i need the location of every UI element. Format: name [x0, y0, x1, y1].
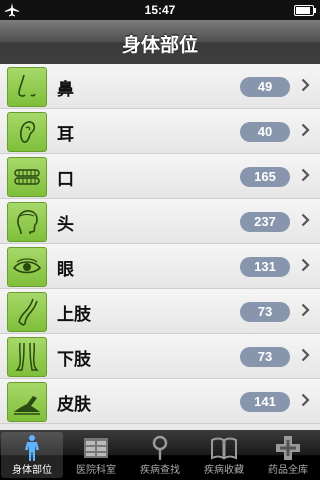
count-badge: 73 [240, 302, 290, 322]
skin-icon [7, 382, 47, 422]
list-item-head[interactable]: 头 237 [0, 199, 320, 244]
list-item-ear[interactable]: 耳 40 [0, 109, 320, 154]
list-item-label: 皮肤 [57, 395, 91, 415]
list-item-lower-limb[interactable]: 下肢 73 [0, 334, 320, 379]
list-item-skin[interactable]: 皮肤 141 [0, 379, 320, 424]
book-icon [211, 437, 237, 460]
tab-disease-favorites[interactable]: 疾病收藏 [193, 432, 255, 478]
chevron-right-icon [301, 78, 310, 92]
chevron-right-icon [301, 258, 310, 272]
battery-icon [294, 5, 316, 16]
count-badge: 73 [240, 347, 290, 367]
body-part-list[interactable]: 鼻 49 耳 40 口 165 头 237 眼 131 上肢 73 下肢 73 … [0, 64, 320, 430]
tab-hospital-departments[interactable]: 医院科室 [65, 432, 127, 478]
chevron-right-icon [301, 168, 310, 182]
body-icon [25, 435, 39, 461]
head-icon [7, 202, 47, 242]
arm-icon [7, 292, 47, 332]
list-item-label: 下肢 [57, 350, 91, 370]
ear-icon [7, 112, 47, 152]
list-item-eye[interactable]: 眼 131 [0, 244, 320, 289]
tab-label: 疾病收藏 [204, 465, 244, 476]
list-item-label: 上肢 [57, 305, 91, 325]
count-badge: 131 [240, 257, 290, 277]
page-title: 身体部位 [121, 34, 198, 56]
mouth-icon [7, 157, 47, 197]
tab-label: 药品全库 [268, 465, 308, 476]
magnifier-icon [152, 435, 168, 460]
tab-label: 疾病查找 [140, 465, 180, 476]
navigation-bar: 身体部位 [0, 20, 320, 65]
count-badge: 49 [240, 77, 290, 97]
list-item-label: 眼 [57, 260, 74, 280]
list-item-mouth[interactable]: 口 165 [0, 154, 320, 199]
list-item-nose[interactable]: 鼻 49 [0, 64, 320, 109]
eye-icon [7, 247, 47, 287]
chevron-right-icon [301, 393, 310, 407]
tab-disease-search[interactable]: 疾病查找 [129, 432, 191, 478]
tab-body-parts[interactable]: 身体部位 [1, 432, 63, 478]
chevron-right-icon [301, 123, 310, 137]
status-bar: 15:47 [0, 0, 320, 20]
list-item-label: 口 [57, 170, 74, 190]
tab-medicine-library[interactable]: 药品全库 [257, 432, 319, 478]
chevron-right-icon [301, 303, 310, 317]
list-item-upper-limb[interactable]: 上肢 73 [0, 289, 320, 334]
list-item-label: 耳 [57, 125, 74, 145]
status-time: 15:47 [144, 3, 176, 17]
list-item-label: 头 [57, 215, 74, 235]
chevron-right-icon [301, 348, 310, 362]
nose-icon [7, 67, 47, 107]
count-badge: 237 [240, 212, 290, 232]
tab-bar: 身体部位 医院科室 疾病查找 疾病收藏 药品全库 [0, 430, 320, 480]
count-badge: 40 [240, 122, 290, 142]
count-badge: 141 [240, 392, 290, 412]
legs-icon [7, 337, 47, 377]
tab-label: 医院科室 [76, 465, 116, 476]
count-badge: 165 [240, 167, 290, 187]
medicine-cross-icon [276, 436, 300, 460]
hospital-departments-icon [84, 438, 108, 458]
tab-label: 身体部位 [12, 465, 52, 476]
list-item-label: 鼻 [57, 80, 74, 100]
chevron-right-icon [301, 213, 310, 227]
